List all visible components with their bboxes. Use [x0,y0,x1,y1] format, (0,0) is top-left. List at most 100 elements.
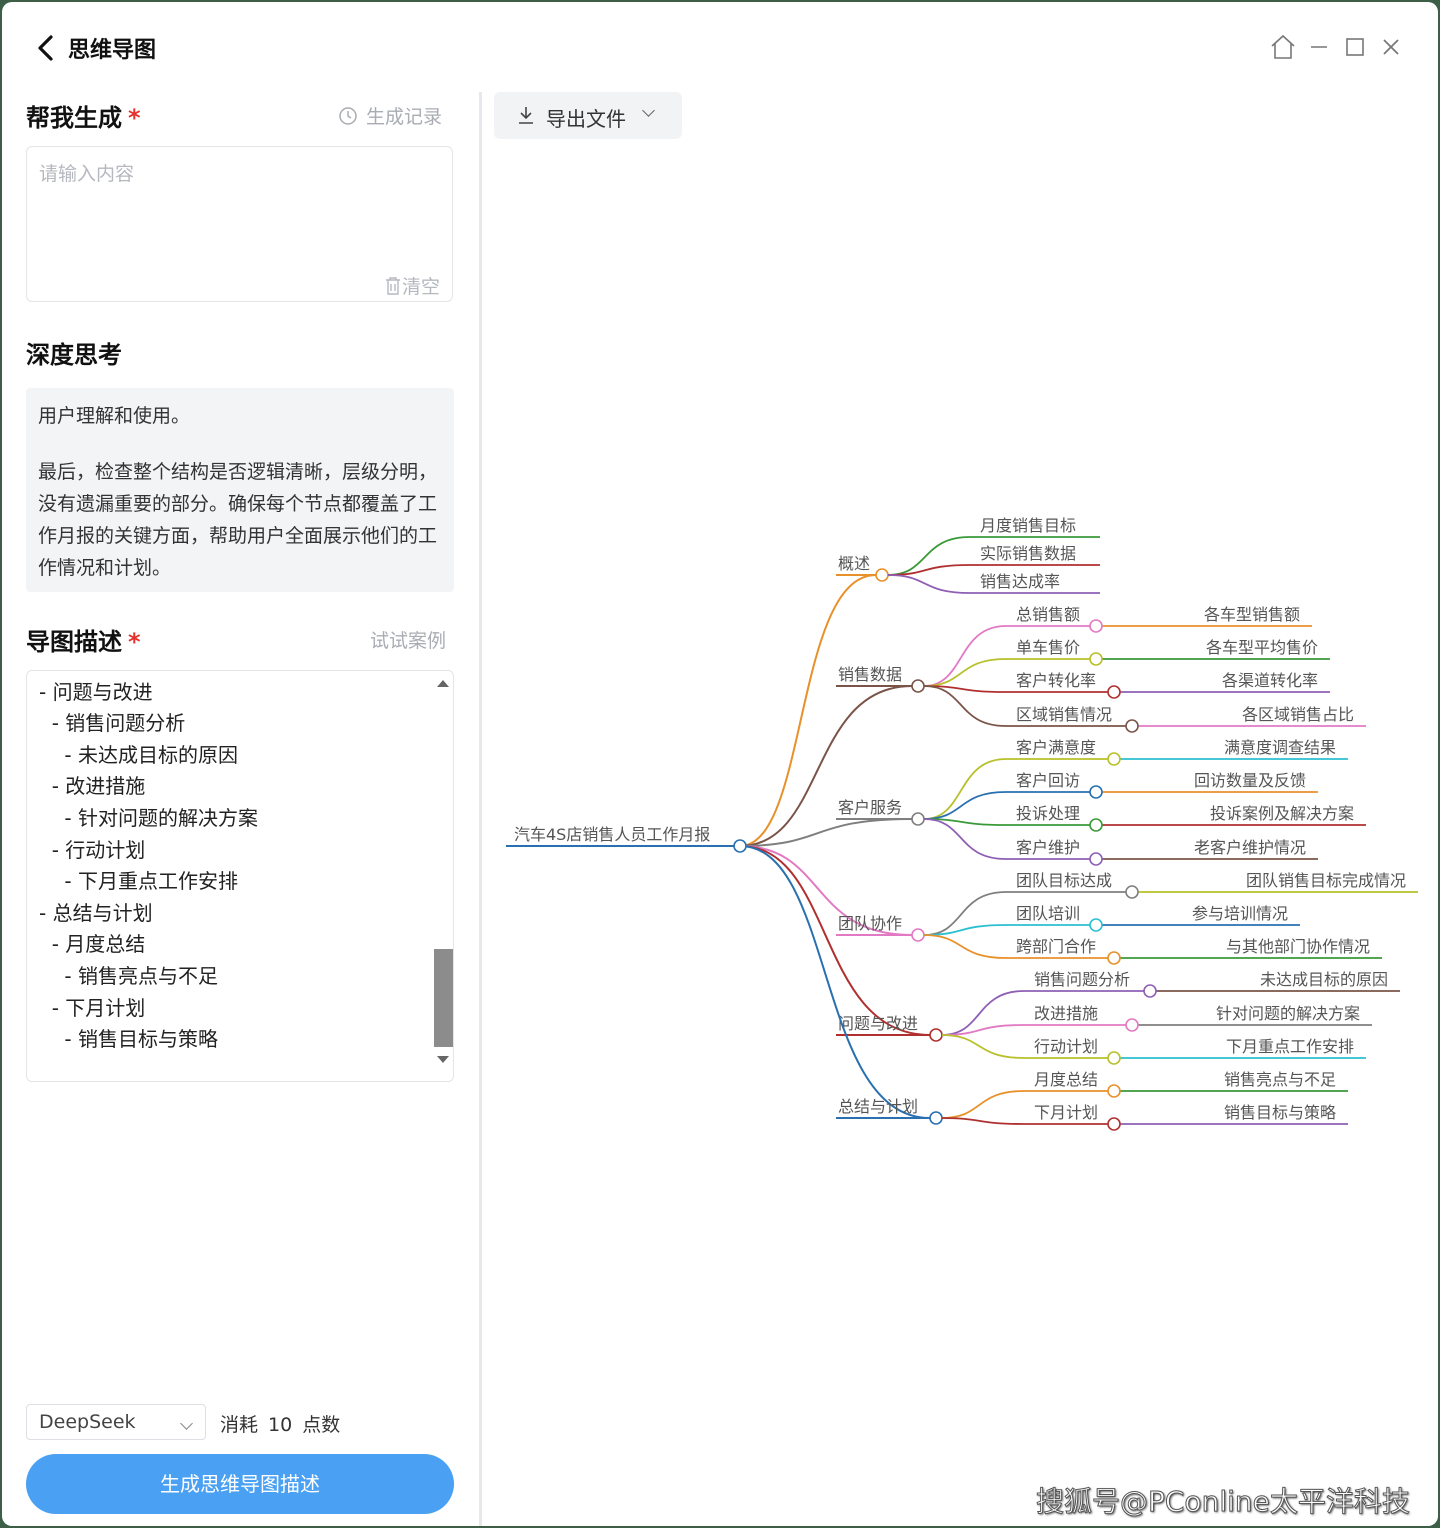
branch-node-handle[interactable] [911,679,925,693]
branch-node-handle[interactable] [911,812,925,826]
map-desc-line: - 行动计划 [39,837,146,862]
mind-map-connector [923,625,1007,687]
home-icon[interactable] [1268,32,1298,62]
cost-value: 10 [268,1414,293,1436]
child-node-handle[interactable] [1089,652,1103,666]
mind-map-child-node[interactable]: 下月计划 [1034,1103,1098,1122]
mind-map-leaf-node[interactable]: 各渠道转化率 [1222,671,1318,690]
history-button[interactable]: 生成记录 [338,102,442,129]
deep-thinking-content: 用户理解和使用。 最后，检查整个结构是否逻辑清晰，层级分明，没有遗漏重要的部分。… [26,388,454,592]
scroll-up-arrow-icon[interactable] [437,680,449,687]
mind-map-branch-node[interactable]: 销售数据 [838,665,902,684]
mind-map-leaf-node[interactable]: 满意度调查结果 [1224,738,1336,757]
mind-map-child-node[interactable]: 改进措施 [1034,1004,1098,1023]
mind-map-child-node[interactable]: 团队培训 [1016,904,1080,923]
child-node-handle[interactable] [1107,752,1121,766]
mind-map-child-node[interactable]: 区域销售情况 [1016,705,1112,724]
generate-button[interactable]: 生成思维导图描述 [26,1454,454,1514]
mind-map-child-node[interactable]: 月度销售目标 [980,516,1076,535]
child-node-handle[interactable] [1107,1084,1121,1098]
mind-map-child-node[interactable]: 行动计划 [1034,1037,1098,1056]
child-node-handle[interactable] [1125,885,1139,899]
mind-map-child-node[interactable]: 销售达成率 [980,572,1060,591]
map-desc-line: - 问题与改进 [39,679,153,704]
maximize-icon[interactable] [1340,32,1370,62]
map-desc-editor[interactable]: - 与其他部门协作情况 - 问题与改进 - 销售问题分析 - 未达成目标的原因 -… [26,670,454,1082]
child-node-handle[interactable] [1089,785,1103,799]
root-node-handle[interactable] [733,839,747,853]
download-icon [519,107,533,124]
child-node-handle[interactable] [1089,619,1103,633]
scrollbar[interactable] [429,671,453,1081]
map-desc-line: - 月度总结 [39,932,146,957]
mind-map-child-node[interactable]: 客户转化率 [1016,671,1096,690]
mind-map-leaf-node[interactable]: 投诉案例及解决方案 [1210,804,1354,823]
child-node-handle[interactable] [1125,719,1139,733]
mind-map-leaf-node[interactable]: 针对问题的解决方案 [1216,1004,1360,1023]
mind-map-leaf-node[interactable]: 下月重点工作安排 [1226,1037,1354,1056]
mind-map-connector [941,1090,1025,1119]
mind-map-leaf-node[interactable]: 销售亮点与不足 [1224,1070,1336,1089]
mind-map-leaf-node[interactable]: 各车型销售额 [1204,605,1300,624]
branch-node-handle[interactable] [911,928,925,942]
branch-node-handle[interactable] [875,568,889,582]
mind-map-child-node[interactable]: 团队目标达成 [1016,871,1112,890]
mind-map-branch-node[interactable]: 概述 [838,554,870,573]
mind-map-child-node[interactable]: 实际销售数据 [980,544,1076,563]
map-desc-line: - 下月重点工作安排 [39,869,239,894]
watermark: 搜狐号@PConline太平洋科技 [1036,1485,1411,1519]
prompt-input[interactable] [37,157,445,261]
child-node-handle[interactable] [1089,852,1103,866]
child-node-handle[interactable] [1107,951,1121,965]
mind-map-child-node[interactable]: 客户回访 [1016,771,1080,790]
close-icon[interactable] [1376,32,1406,62]
mind-map-child-node[interactable]: 投诉处理 [1016,804,1080,823]
child-node-handle[interactable] [1125,1018,1139,1032]
left-panel: 帮我生成* 生成记录 清空 深度思考 用户理解和使用。 最后，检查整个结构是否逻… [2,2,480,1526]
scroll-down-arrow-icon[interactable] [437,1056,449,1063]
mind-map-connector [941,1117,1025,1125]
mind-map-leaf-node[interactable]: 回访数量及反馈 [1194,771,1306,790]
map-desc-line: - 销售问题分析 [39,711,186,736]
branch-node-handle[interactable] [929,1111,943,1125]
mind-map-child-node[interactable]: 月度总结 [1034,1070,1098,1089]
mind-map-child-node[interactable]: 总销售额 [1016,605,1080,624]
mind-map-leaf-node[interactable]: 与其他部门协作情况 [1226,937,1370,956]
mind-map-connector [923,791,1007,820]
child-node-handle[interactable] [1089,818,1103,832]
mind-map-leaf-node[interactable]: 各区域销售占比 [1242,705,1354,724]
try-example-button[interactable]: 试试案例 [370,626,446,653]
scroll-thumb[interactable] [434,949,453,1047]
clear-button[interactable]: 清空 [384,272,440,299]
required-mark: * [128,104,141,132]
mind-map-branch-node[interactable]: 客户服务 [838,798,902,817]
child-node-handle[interactable] [1107,1117,1121,1131]
child-node-handle[interactable] [1143,984,1157,998]
branch-node-handle[interactable] [929,1028,943,1042]
mind-map-leaf-node[interactable]: 销售目标与策略 [1224,1103,1336,1122]
mind-map-leaf-node[interactable]: 各车型平均售价 [1206,638,1318,657]
mind-map-child-node[interactable]: 销售问题分析 [1034,970,1130,989]
mind-map-child-node[interactable]: 客户满意度 [1016,738,1096,757]
mind-map-child-node[interactable]: 客户维护 [1016,838,1080,857]
mind-map-leaf-node[interactable]: 参与培训情况 [1192,904,1288,923]
mind-map-canvas[interactable]: 汽车4S店销售人员工作月报 概述 月度销售目标实际销售数据销售达成率销售数据 总销售额… [482,502,1432,1162]
mind-map-leaf-node[interactable]: 老客户维护情况 [1194,838,1306,857]
child-node-handle[interactable] [1107,685,1121,699]
minimize-icon[interactable] [1304,32,1334,62]
mind-map-child-node[interactable]: 单车售价 [1016,638,1080,657]
mind-map-leaf-node[interactable]: 团队销售目标完成情况 [1246,871,1406,890]
mind-map-root-node[interactable]: 汽车4S店销售人员工作月报 [514,825,710,844]
child-node-handle[interactable] [1089,918,1103,932]
model-select[interactable]: DeepSeek [26,1404,206,1440]
mind-map-leaf-node[interactable]: 未达成目标的原因 [1260,970,1388,989]
mind-map-branch-node[interactable]: 团队协作 [838,914,902,933]
deep-thinking-title: 深度思考 [26,341,122,369]
mind-map-branch-node[interactable]: 问题与改进 [838,1014,918,1033]
mind-map-connector [923,758,1007,820]
mind-map-child-node[interactable]: 跨部门合作 [1016,937,1096,956]
mind-map-branch-node[interactable]: 总结与计划 [838,1097,918,1116]
export-button[interactable]: 导出文件 [494,92,682,139]
child-node-handle[interactable] [1107,1051,1121,1065]
mind-map-connector [739,818,913,847]
